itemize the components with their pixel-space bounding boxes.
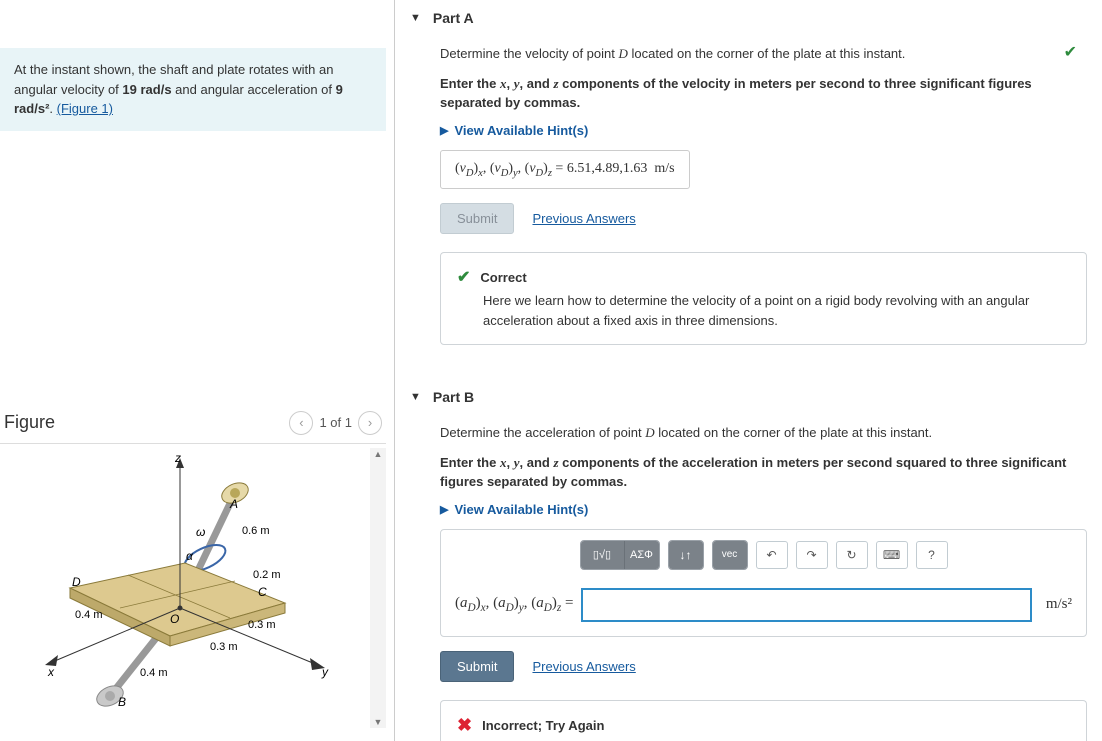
dim-03a: 0.3 m [248,619,276,631]
greek-button[interactable]: ΑΣΦ [625,541,659,569]
correct-check-icon: ✔ [1064,42,1077,62]
point-B-label: B [118,695,126,709]
answer-unit: m/s [654,161,674,176]
part-b-header[interactable]: ▼ Part B [410,379,1087,415]
problem-statement: At the instant shown, the shaft and plat… [0,48,386,131]
equation-toolbar: ▯√▯ ΑΣΦ ↓↑ vec ↶ ↷ ↻ ⌨ ? [441,530,1086,578]
figure-area: ▲ ▼ [0,448,386,728]
view-hints-a[interactable]: ▶ View Available Hint(s) [440,123,1087,138]
axis-z-label: z [174,451,181,465]
part-b-question: Determine the acceleration of point D lo… [440,423,1087,443]
scroll-down-icon[interactable]: ▼ [372,716,384,728]
angular-velocity: 19 rad/s [122,82,171,97]
prev-figure-button[interactable]: ‹ [289,411,313,435]
point-C-label: C [258,585,267,599]
dim-02: 0.2 m [253,569,281,581]
sort-button[interactable]: ↓↑ [669,541,703,569]
collapse-icon: ▼ [410,12,421,24]
feedback-title-b: Incorrect; Try Again [482,718,604,733]
previous-answers-b[interactable]: Previous Answers [532,659,635,674]
part-a-question: Determine the velocity of point D locate… [440,44,1087,64]
omega-label: ω [196,525,205,539]
dim-04a: 0.4 m [75,609,103,621]
dim-06: 0.6 m [242,525,270,537]
feedback-body: Here we learn how to determine the veloc… [483,291,1070,330]
reset-button[interactable]: ↻ [836,541,868,569]
scroll-up-icon[interactable]: ▲ [372,448,384,460]
help-button[interactable]: ? [916,541,948,569]
undo-button[interactable]: ↶ [756,541,788,569]
figure-diagram: z x y A B C D O ω α 0.6 m 0.2 m 0.3 m 0.… [10,448,360,713]
feedback-correct: ✔ Correct Here we learn how to determine… [440,252,1087,345]
view-hints-b[interactable]: ▶ View Available Hint(s) [440,502,1087,517]
answer-input-b[interactable] [581,588,1031,622]
answer-unit-b: m/s² [1040,596,1072,613]
check-icon: ✔ [457,267,470,287]
figure-title: Figure [4,412,289,433]
point-A-label: A [229,497,238,511]
equation-input-container: ▯√▯ ΑΣΦ ↓↑ vec ↶ ↷ ↻ ⌨ ? (aD)x, (aD)y, (… [440,529,1087,637]
part-a-instruction: Enter the x, y, and z components of the … [440,74,1087,113]
problem-text: and angular acceleration of [172,82,336,97]
answer-label-b: (aD)x, (aD)y, (aD)z = [455,595,573,614]
part-b-instruction: Enter the x, y, and z components of the … [440,453,1087,492]
vec-button[interactable]: vec [713,541,747,569]
feedback-incorrect: ✖ Incorrect; Try Again [440,700,1087,741]
pager-label: 1 of 1 [319,415,352,430]
previous-answers-a[interactable]: Previous Answers [532,211,635,226]
point-D-label: D [72,575,81,589]
templates-button[interactable]: ▯√▯ [581,541,625,569]
submit-button-b[interactable]: Submit [440,651,514,682]
figure-link[interactable]: (Figure 1) [57,101,113,116]
point-O-label: O [170,612,179,626]
hints-label: View Available Hint(s) [454,502,588,517]
axis-y-label: y [321,665,329,679]
alpha-label: α [186,549,194,563]
expand-icon: ▶ [440,503,448,516]
hints-label: View Available Hint(s) [454,123,588,138]
feedback-title: Correct [480,270,526,285]
x-icon: ✖ [457,715,472,736]
submit-button-a: Submit [440,203,514,234]
collapse-icon: ▼ [410,391,421,403]
part-b-title: Part B [433,389,474,405]
dim-03b: 0.3 m [210,641,238,653]
dim-04b: 0.4 m [140,667,168,679]
axis-x-label: x [47,665,55,679]
figure-header: Figure ‹ 1 of 1 › [0,411,386,435]
expand-icon: ▶ [440,124,448,137]
figure-pager: ‹ 1 of 1 › [289,411,382,435]
part-a-answer-display: (vD)x, (vD)y, (vD)z = 6.51,4.89,1.63 m/s [440,150,690,190]
part-a-header[interactable]: ▼ Part A [410,0,1087,36]
next-figure-button[interactable]: › [358,411,382,435]
redo-button[interactable]: ↷ [796,541,828,569]
part-a-title: Part A [433,10,474,26]
problem-text: . [49,101,56,116]
keyboard-button[interactable]: ⌨ [876,541,908,569]
answer-value: 6.51,4.89,1.63 [567,161,648,176]
